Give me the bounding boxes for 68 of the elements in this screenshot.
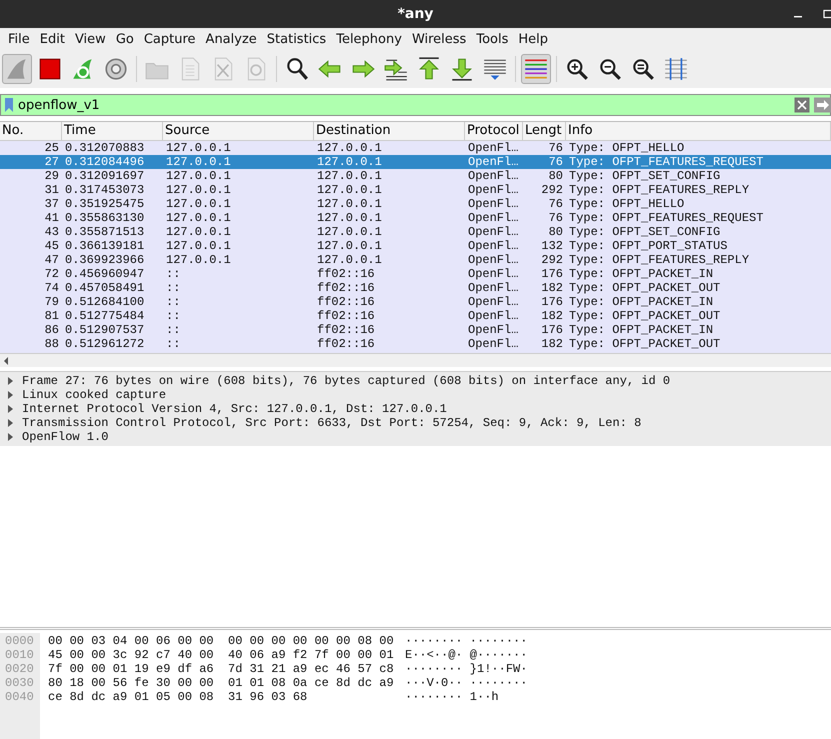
clear-icon[interactable] [794, 97, 810, 113]
menu-item[interactable]: Go [110, 32, 139, 46]
packet-row[interactable]: 31 0.317453073 127.0.0.1 127.0.0.1 OpenFl… 292 Type: OFPT_FEATURES_REPLY [0, 183, 831, 197]
column-header[interactable]: No. [0, 122, 62, 140]
display-filter-bar[interactable]: openflow_v1 [0, 94, 831, 116]
expander-icon[interactable] [6, 391, 14, 399]
expander-icon[interactable] [6, 405, 14, 413]
horizontal-scrollbar[interactable] [0, 353, 831, 367]
ascii-bytes: ········ }1!··FW· [405, 662, 528, 676]
menu-item[interactable]: Edit [34, 32, 70, 46]
tree-item[interactable]: Internet Protocol Version 4, Src: 127.0.0.1, Dst: 127.0.0.1 [0, 402, 831, 416]
hex-bytes: 45 00 00 3c 92 c7 40 00 40 06 a9 f2 7f 00 00 01 [48, 648, 395, 662]
expander-icon[interactable] [6, 433, 14, 441]
hex-bytes: 00 00 03 04 00 06 00 00 00 00 00 00 00 00 08 00 [48, 634, 395, 648]
hex-bytes: 7f 00 00 01 19 e9 df a6 7d 31 21 a9 ec 46 57 c8 [48, 662, 395, 676]
tree-item[interactable]: Linux cooked capture [0, 388, 831, 402]
packet-row[interactable]: 25 0.312070883 127.0.0.1 127.0.0.1 OpenFl… 76 Type: OFPT_HELLO [0, 141, 831, 155]
packet-row[interactable]: 74 0.457058491 :: ff02::16 OpenFl… 182 Type: OFPT_PACKET_OUT [0, 281, 831, 295]
packet-row[interactable]: 47 0.369923966 127.0.0.1 127.0.0.1 OpenFl… 292 Type: OFPT_FEATURES_REPLY [0, 253, 831, 267]
packet-row[interactable]: 43 0.355871513 127.0.0.1 127.0.0.1 OpenFl… 80 Type: OFPT_SET_CONFIG [0, 225, 831, 239]
column-header[interactable]: Destination [314, 122, 465, 140]
menu-item[interactable]: Analyze [200, 32, 262, 46]
menu-item[interactable]: View [70, 32, 111, 46]
menu-item[interactable]: Help [513, 32, 554, 46]
byte-offset: 0000 [5, 634, 35, 648]
column-header[interactable]: Lengt [523, 122, 566, 140]
menu-item[interactable]: Telephony [331, 32, 407, 46]
packet-row[interactable]: 37 0.351925475 127.0.0.1 127.0.0.1 OpenFl… 76 Type: OFPT_HELLO [0, 197, 831, 211]
tree-item[interactable]: OpenFlow 1.0 [0, 430, 831, 444]
apply-arrow-icon[interactable] [814, 97, 831, 113]
packet-row[interactable]: 27 0.312084496 127.0.0.1 127.0.0.1 OpenFl… 76 Type: OFPT_FEATURES_REQUEST [0, 155, 831, 169]
menu-item[interactable]: Tools [471, 32, 514, 46]
column-header[interactable]: Time [62, 122, 163, 140]
packet-row[interactable]: 29 0.312091697 127.0.0.1 127.0.0.1 OpenFl… 80 Type: OFPT_SET_CONFIG [0, 169, 831, 183]
tree-item[interactable]: Transmission Control Protocol, Src Port: 6633, Dst Port: 57254, Seq: 9, Ack: 9, Len: 8 [0, 416, 831, 430]
menu-item[interactable]: File [3, 32, 35, 46]
hex-bytes: 80 18 00 56 fe 30 00 00 01 01 08 0a ce 8d dc a9 [48, 676, 395, 690]
ascii-bytes: ········ ········ [405, 634, 528, 648]
packet-row[interactable]: 88 0.512961272 :: ff02::16 OpenFl… 182 Type: OFPT_PACKET_OUT [0, 337, 831, 351]
packet-row[interactable]: 81 0.512775484 :: ff02::16 OpenFl… 182 Type: OFPT_PACKET_OUT [0, 309, 831, 323]
menu-item[interactable]: Capture [138, 32, 201, 46]
maximize-icon[interactable] [823, 9, 831, 19]
packet-row[interactable]: 79 0.512684100 :: ff02::16 OpenFl… 176 Type: OFPT_PACKET_IN [0, 295, 831, 309]
packet-row[interactable]: 86 0.512907537 :: ff02::16 OpenFl… 176 Type: OFPT_PACKET_IN [0, 323, 831, 337]
column-header[interactable]: Protocol [465, 122, 523, 140]
tree-item[interactable]: Frame 27: 76 bytes on wire (608 bits), 76 bytes captured (608 bits) on interface any, id 0 [0, 374, 831, 388]
scroll-left-icon[interactable] [3, 356, 9, 364]
column-header[interactable]: Source [163, 122, 314, 140]
menu-item[interactable]: Wireless [406, 32, 472, 46]
menu-item[interactable]: Statistics [262, 32, 332, 46]
ascii-bytes: ···V·0·· ········ [405, 676, 528, 690]
expander-icon[interactable] [6, 377, 14, 385]
color-lines-button[interactable] [521, 54, 551, 84]
display-filter-field[interactable]: openflow_v1 [18, 98, 790, 112]
ascii-bytes: ········ 1··h [405, 690, 500, 704]
byte-offset: 0030 [5, 676, 35, 690]
ascii-bytes: E··<··@· @······· [405, 648, 528, 662]
hex-bytes: ce 8d dc a9 01 05 00 08 31 96 03 68 [48, 690, 308, 704]
byte-offset: 0010 [5, 648, 35, 662]
packet-row[interactable]: 41 0.355863130 127.0.0.1 127.0.0.1 OpenFl… 76 Type: OFPT_FEATURES_REQUEST [0, 211, 831, 225]
byte-offset: 0040 [5, 690, 35, 704]
column-header[interactable]: Info [566, 122, 831, 140]
byte-offset: 0020 [5, 662, 35, 676]
packet-row[interactable]: 45 0.366139181 127.0.0.1 127.0.0.1 OpenFl… 132 Type: OFPT_PORT_STATUS [0, 239, 831, 253]
packet-row[interactable]: 72 0.456960947 :: ff02::16 OpenFl… 176 Type: OFPT_PACKET_IN [0, 267, 831, 281]
window-title: *any [398, 6, 434, 22]
expander-icon[interactable] [6, 419, 14, 427]
bookmark-icon[interactable] [4, 97, 14, 113]
